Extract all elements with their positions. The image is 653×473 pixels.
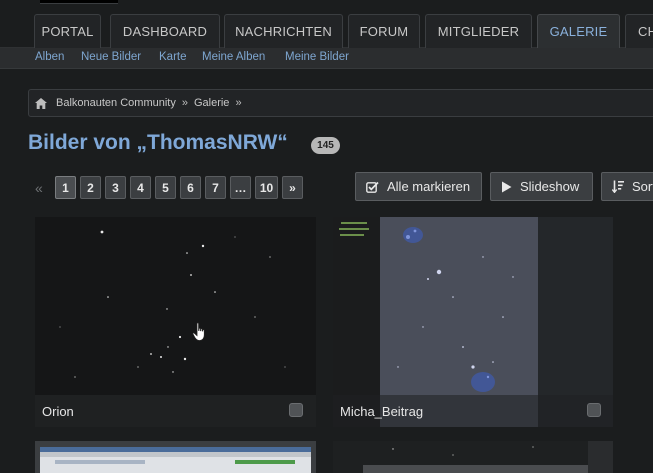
page-button-10[interactable]: 10	[255, 176, 278, 199]
image-thumbnail[interactable]	[35, 217, 316, 395]
sub-link-alben[interactable]: Alben	[35, 51, 64, 63]
tab-portal[interactable]: PORTAL	[34, 14, 101, 48]
image-thumbnail[interactable]	[333, 217, 613, 427]
slideshow-label: Slideshow	[520, 179, 580, 194]
image-thumbnail[interactable]	[333, 441, 613, 473]
page-button-6[interactable]: 6	[180, 176, 201, 199]
sub-navigation: Alben Neue Bilder Karte Meine Alben Mein…	[0, 48, 653, 69]
pagination-prev-icon: «	[35, 180, 43, 196]
tab-forum[interactable]: FORUM	[348, 14, 420, 48]
image-count-badge: 145	[311, 137, 340, 154]
sub-link-meine-bilder[interactable]: Meine Bilder	[285, 51, 349, 63]
select-checkbox[interactable]	[289, 403, 303, 417]
page-button-4[interactable]: 4	[130, 176, 151, 199]
sort-icon	[612, 180, 624, 193]
page-button-7[interactable]: 7	[205, 176, 226, 199]
play-icon	[502, 181, 512, 192]
mark-all-label: Alle markieren	[387, 179, 471, 194]
sub-link-meine-alben[interactable]: Meine Alben	[202, 51, 265, 63]
site-logo[interactable]	[40, 0, 118, 4]
page-button-5[interactable]: 5	[155, 176, 176, 199]
image-thumbnail[interactable]	[35, 441, 316, 473]
main-navigation: PORTAL DASHBOARD NACHRICHTEN FORUM MITGL…	[0, 14, 653, 48]
mark-all-button[interactable]: Alle markieren	[355, 172, 482, 201]
image-caption[interactable]: Orion	[42, 404, 74, 419]
gallery-item-orion[interactable]: Orion	[35, 217, 316, 427]
breadcrumb-separator: »	[181, 97, 188, 109]
sort-button[interactable]: Sort	[601, 172, 653, 201]
home-icon[interactable]	[35, 97, 47, 109]
gallery-item-screenshot[interactable]	[35, 441, 316, 473]
page-button-1[interactable]: 1	[55, 176, 76, 199]
sub-link-neue-bilder[interactable]: Neue Bilder	[81, 51, 141, 63]
tab-galerie[interactable]: GALERIE	[537, 14, 620, 48]
header-strip	[0, 0, 653, 10]
page-button-3[interactable]: 3	[105, 176, 126, 199]
tab-chat[interactable]: CH	[625, 14, 653, 48]
page-ellipsis-button[interactable]: …	[230, 176, 251, 199]
page-button-2[interactable]: 2	[80, 176, 101, 199]
slideshow-button[interactable]: Slideshow	[490, 172, 593, 201]
image-caption[interactable]: Micha_Beitrag	[340, 404, 423, 419]
sort-label: Sort	[632, 179, 653, 194]
page-title: Bilder von „ThomasNRW“	[28, 131, 288, 154]
caption-bar	[35, 395, 316, 427]
hand-cursor-icon	[192, 322, 205, 341]
select-checkbox[interactable]	[587, 403, 601, 417]
gallery-item-micha-beitrag[interactable]: Micha_Beitrag	[333, 217, 613, 427]
tab-dashboard[interactable]: DASHBOARD	[110, 14, 220, 48]
pagination-next-button[interactable]: »	[282, 176, 303, 199]
sub-link-karte[interactable]: Karte	[159, 51, 187, 63]
breadcrumb: Balkonauten Community » Galerie »	[28, 89, 653, 117]
tab-nachrichten[interactable]: NACHRICHTEN	[224, 14, 343, 48]
breadcrumb-item-community[interactable]: Balkonauten Community	[56, 97, 176, 109]
gallery-item-screenshot-2[interactable]	[333, 441, 613, 473]
tab-mitglieder[interactable]: MITGLIEDER	[425, 14, 532, 48]
breadcrumb-item-galerie[interactable]: Galerie	[194, 97, 229, 109]
checkbox-icon	[366, 181, 379, 193]
breadcrumb-separator: »	[235, 97, 242, 109]
